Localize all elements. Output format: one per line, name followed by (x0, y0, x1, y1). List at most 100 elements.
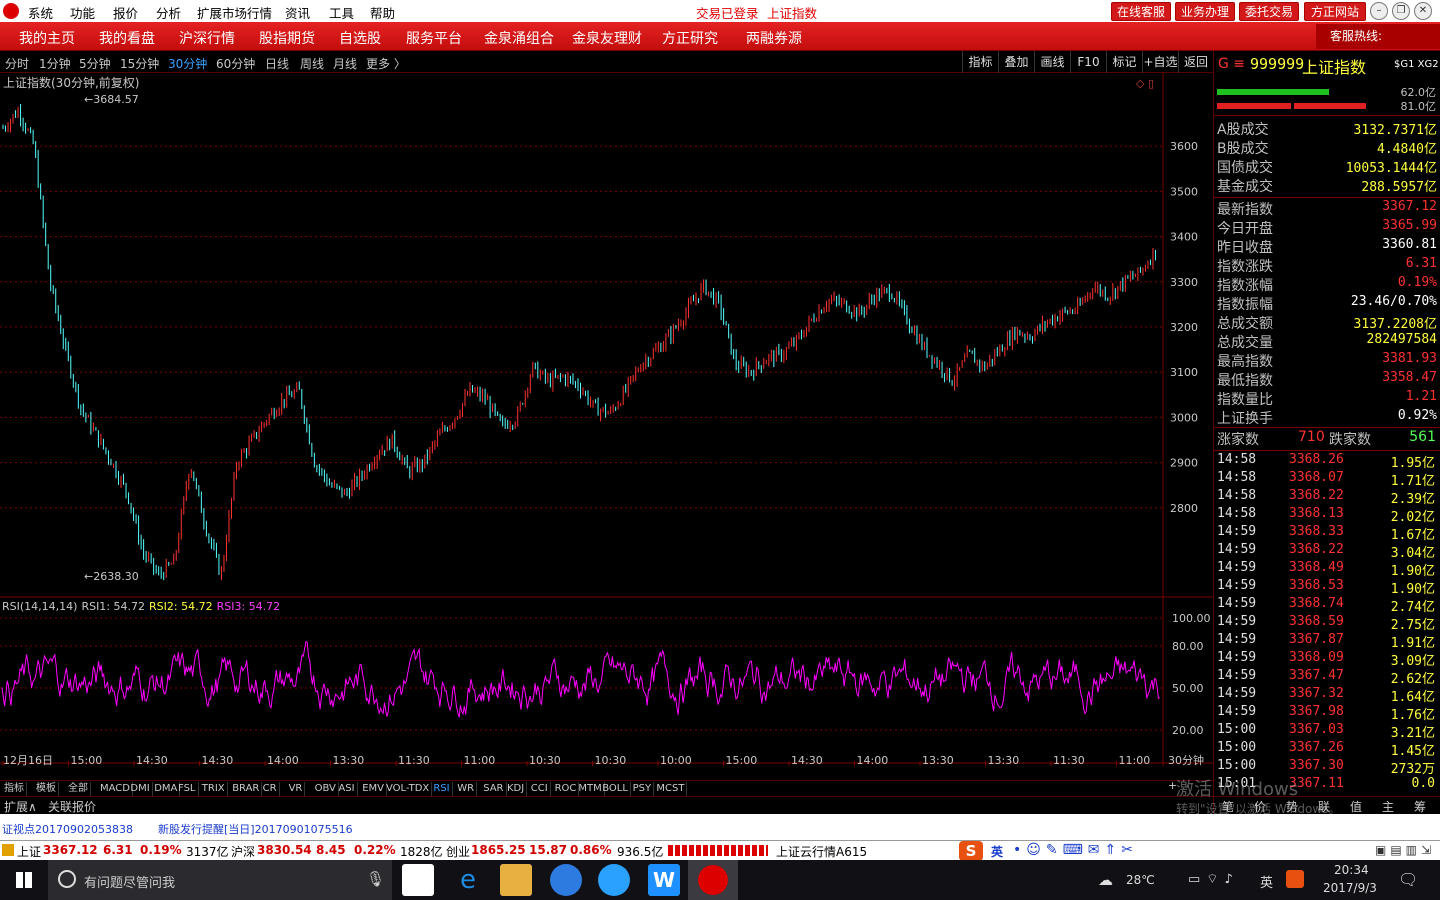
menu-quote[interactable]: 报价 (113, 3, 138, 22)
wps-icon[interactable]: W (648, 864, 680, 896)
indicator-tab-cci[interactable]: CCI (529, 782, 551, 796)
chart-option-icon[interactable]: ◇ ▯ (1136, 77, 1154, 90)
period-1m[interactable]: 1分钟 (39, 55, 71, 72)
indicator-tab-模板[interactable]: 模板 (34, 782, 59, 796)
indicator-tab-sar[interactable]: SAR (481, 782, 507, 796)
tick-row[interactable]: 15:00 3367.03 3.21亿 (1217, 722, 1437, 741)
tick-row[interactable]: 14:59 3368.22 3.04亿 (1217, 542, 1437, 561)
sogou-tray-icon[interactable] (1286, 870, 1304, 888)
tick-row[interactable]: 14:58 3368.13 2.02亿 (1217, 506, 1437, 525)
period-60m[interactable]: 60分钟 (216, 55, 255, 72)
indicator-tab-指标[interactable]: 指标 (2, 782, 27, 796)
nav-research[interactable]: 方正研究 (662, 28, 718, 48)
period-week[interactable]: 周线 (300, 55, 324, 72)
tick-row[interactable]: 15:00 3367.30 2732万 (1217, 758, 1437, 777)
indicator-tab-vr[interactable]: VR (287, 782, 306, 796)
kline-chart[interactable]: 上证指数(30分钟,前复权) ◇ ▯ 360035003400330032003… (0, 73, 1213, 766)
period-5m[interactable]: 5分钟 (79, 55, 111, 72)
menu-tools[interactable]: 工具 (329, 3, 354, 22)
status-right-icons[interactable]: ▣▤▥⇲ (1375, 843, 1435, 857)
expand-button[interactable]: 扩展∧ (4, 798, 37, 815)
nav-market[interactable]: 沪深行情 (179, 28, 235, 48)
tool-draw[interactable]: 画线 (1034, 51, 1070, 73)
indicator-tab-obv[interactable]: OBV (313, 782, 339, 796)
close-icon[interactable]: ✕ (1414, 2, 1432, 20)
tab-zhu[interactable]: 主 (1382, 798, 1394, 815)
tool-f10[interactable]: F10 (1070, 51, 1106, 73)
indicator-tab-boll[interactable]: BOLL (600, 782, 631, 796)
menu-analysis[interactable]: 分析 (156, 3, 181, 22)
tick-row[interactable]: 14:59 3367.47 2.62亿 (1217, 668, 1437, 687)
menu-function[interactable]: 功能 (70, 3, 95, 22)
indicator-tab-全部[interactable]: 全部 (66, 782, 91, 796)
tick-row[interactable]: 14:59 3368.74 2.74亿 (1217, 596, 1437, 615)
nav-home[interactable]: 我的主页 (19, 28, 75, 48)
clock-date[interactable]: 2017/9/3 (1323, 881, 1377, 895)
tick-row[interactable]: 14:58 3368.07 1.71亿 (1217, 470, 1437, 489)
indicator-tab-mcst[interactable]: MCST (654, 782, 688, 796)
indicator-tab-asi[interactable]: ASI (336, 782, 358, 796)
menu-help[interactable]: 帮助 (370, 3, 395, 22)
restore-icon[interactable]: ❐ (1392, 2, 1410, 20)
browser-icon[interactable] (598, 864, 630, 896)
indicator-tab-cr[interactable]: CR (261, 782, 280, 796)
tray-icons[interactable]: ▭⌔♪ (1188, 871, 1239, 887)
sogou-icon[interactable]: S (959, 841, 983, 861)
tab-chou[interactable]: 筹 (1414, 798, 1426, 815)
indicator-tab-roc[interactable]: ROC (553, 782, 580, 796)
website-button[interactable]: 方正网站 (1304, 2, 1366, 21)
nav-my-board[interactable]: 我的看盘 (99, 28, 155, 48)
notification-icon[interactable]: 🗨 (1398, 870, 1418, 889)
nav-portfolio[interactable]: 金泉涌组合 (484, 28, 554, 48)
indicator-tab-psy[interactable]: PSY (631, 782, 655, 796)
minimize-icon[interactable]: – (1370, 2, 1388, 20)
nav-wealth[interactable]: 金泉友理财 (572, 28, 642, 48)
ime-mode[interactable]: 英 (991, 843, 1003, 860)
active-app-tab[interactable] (688, 860, 738, 900)
indicator-tab-emv[interactable]: EMV (360, 782, 387, 796)
period-30m[interactable]: 30分钟 (168, 55, 207, 72)
clock-time[interactable]: 20:34 (1334, 863, 1369, 877)
tick-row[interactable]: 14:58 3368.26 1.95亿 (1217, 452, 1437, 471)
menu-news[interactable]: 资讯 (285, 3, 310, 22)
tool-overlay[interactable]: 叠加 (998, 51, 1034, 73)
nav-service[interactable]: 服务平台 (406, 28, 462, 48)
tool-add-watch[interactable]: +自选 (1142, 51, 1178, 73)
microphone-icon[interactable]: 🎙 (366, 870, 385, 888)
period-day[interactable]: 日线 (265, 55, 289, 72)
indicator-tab-brar[interactable]: BRAR (230, 782, 263, 796)
indicator-tab-dmi[interactable]: DMI (128, 782, 153, 796)
menu-ext-market[interactable]: 扩展市场行情 (197, 3, 272, 22)
news-item-2[interactable]: 新股发行提醒[当日]20170901075516 (158, 821, 353, 837)
menu-system[interactable]: 系统 (28, 3, 53, 22)
tick-row[interactable]: 14:59 3367.32 1.64亿 (1217, 686, 1437, 705)
tool-indicator[interactable]: 指标 (962, 51, 998, 73)
nav-margin[interactable]: 两融券源 (746, 28, 802, 48)
explorer-icon[interactable] (500, 864, 532, 896)
ie-icon[interactable] (550, 864, 582, 896)
news-item-1[interactable]: 证视点20170902053838 (2, 821, 133, 837)
tick-row[interactable]: 14:59 3367.87 1.91亿 (1217, 632, 1437, 651)
edge-icon[interactable]: e (452, 864, 484, 896)
tick-row[interactable]: 15:00 3367.26 1.45亿 (1217, 740, 1437, 759)
tick-row[interactable]: 14:59 3368.49 1.90亿 (1217, 560, 1437, 579)
tick-row[interactable]: 14:59 3367.98 1.76亿 (1217, 704, 1437, 723)
search-box[interactable]: 有问题尽管问我 🎙 (48, 860, 392, 900)
tab-zhi[interactable]: 值 (1350, 798, 1362, 815)
weather-icon[interactable]: ☁ (1098, 871, 1113, 889)
trade-button[interactable]: 委托交易 (1239, 2, 1299, 21)
windows-start-icon[interactable] (16, 872, 32, 888)
related-quote-button[interactable]: 关联报价 (48, 798, 96, 815)
tick-row[interactable]: 14:59 3368.59 2.75亿 (1217, 614, 1437, 633)
period-tick[interactable]: 分时 (5, 55, 29, 72)
nav-futures[interactable]: 股指期货 (259, 28, 315, 48)
tick-row[interactable]: 14:59 3368.33 1.67亿 (1217, 524, 1437, 543)
indicator-tab-kdj[interactable]: KDJ (505, 782, 528, 796)
indicator-tab-fsl[interactable]: FSL (176, 782, 199, 796)
tick-row[interactable]: 14:59 3368.53 1.90亿 (1217, 578, 1437, 597)
period-month[interactable]: 月线 (333, 55, 357, 72)
indicator-tab-vol-tdx[interactable]: VOL-TDX (384, 782, 433, 796)
nav-watchlist[interactable]: 自选股 (339, 28, 381, 48)
indicator-tab-trix[interactable]: TRIX (200, 782, 228, 796)
indicator-tab-rsi[interactable]: RSI (431, 782, 453, 796)
